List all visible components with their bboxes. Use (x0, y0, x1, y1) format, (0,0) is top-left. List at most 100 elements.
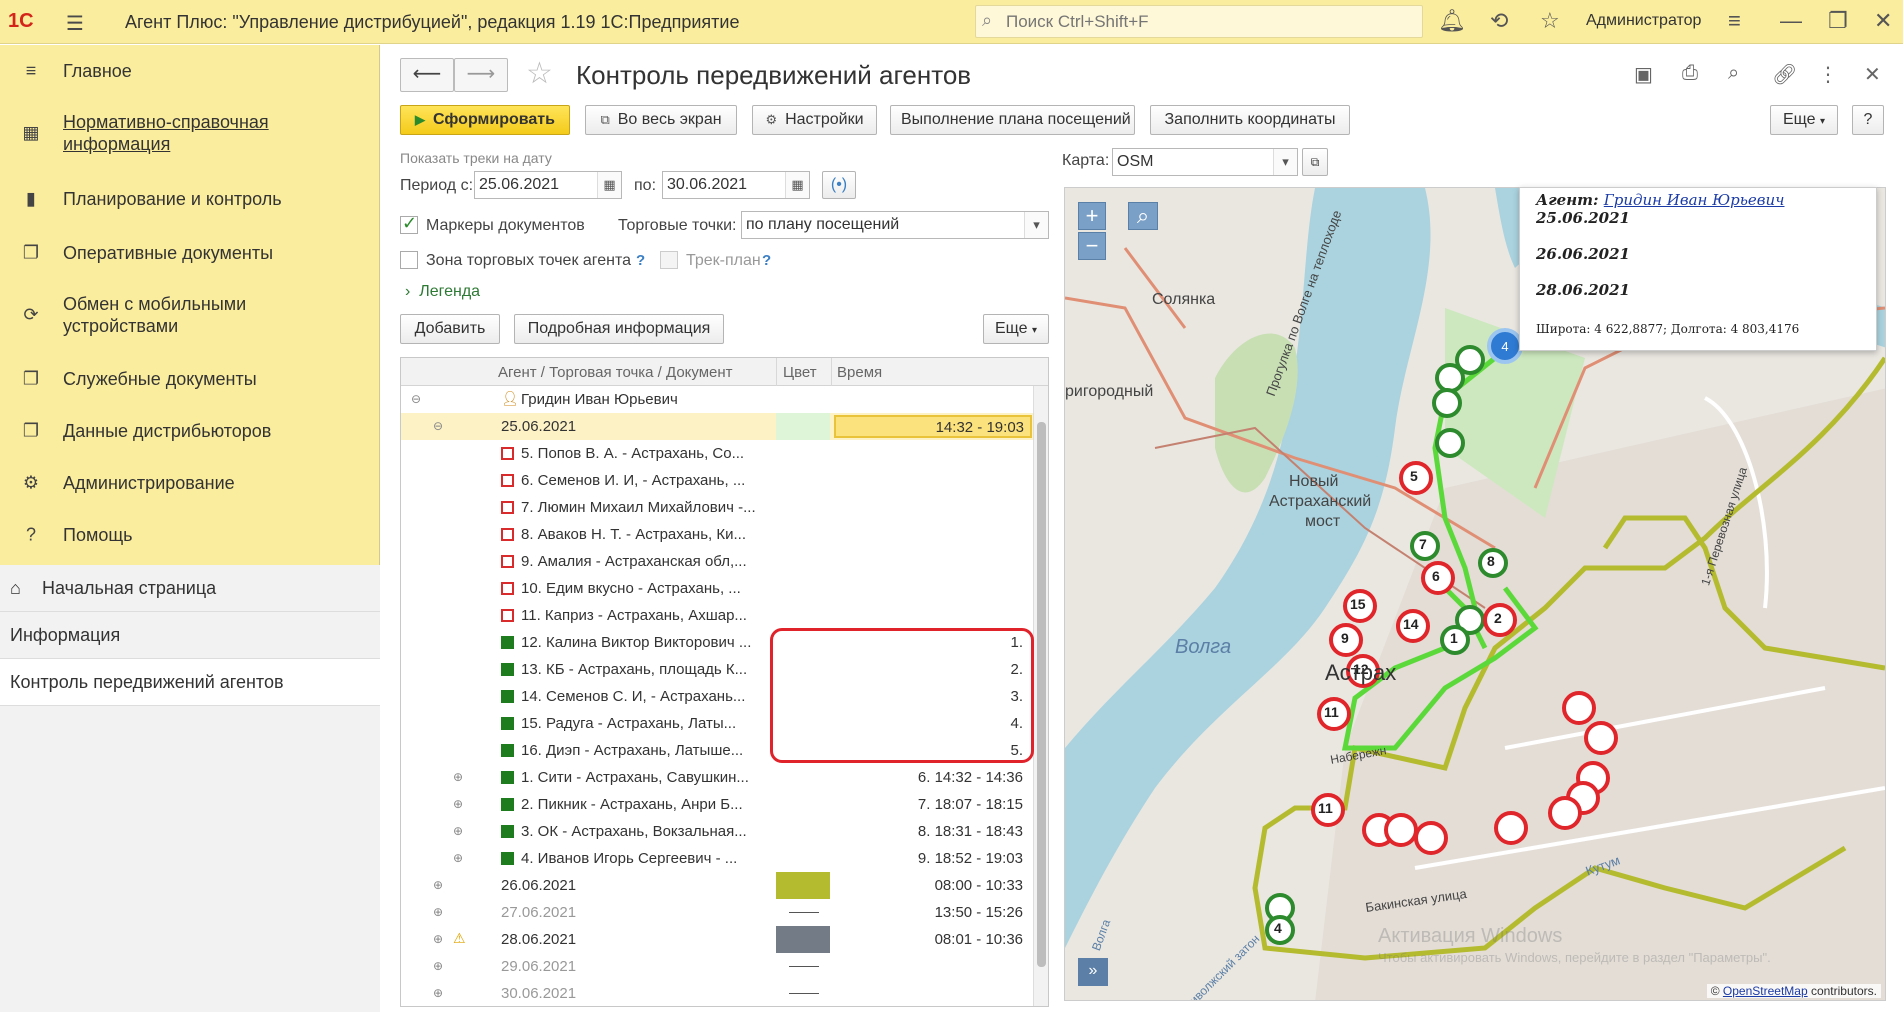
trade-point-row[interactable]: 6. Семенов И. И, - Астрахань, ... (401, 467, 1033, 494)
doc-markers-checkbox[interactable] (400, 213, 418, 234)
trade-points-select[interactable]: по плану посещений ▾ (741, 211, 1049, 239)
favorites-star-icon[interactable]: ☆ (1540, 8, 1560, 34)
more-button[interactable]: Еще ▾ (1770, 105, 1838, 135)
trade-point-row[interactable]: 5. Попов В. А. - Астрахань, Со... (401, 440, 1033, 467)
visit-marker-green[interactable] (1432, 388, 1462, 418)
zoom-in-button[interactable]: + (1078, 202, 1106, 230)
collapse-icon[interactable]: ⊖ (433, 419, 443, 433)
section-help[interactable]: ? Помощь (0, 513, 380, 557)
doc-marker-4-south[interactable] (1414, 821, 1448, 855)
doc-marker-5-south[interactable] (1494, 811, 1528, 845)
track-plan-help-icon[interactable]: ? (762, 252, 771, 269)
expand-icon[interactable]: ⊕ (453, 824, 463, 838)
date-row[interactable]: ⊕ 30.06.2021 (401, 980, 1033, 1006)
date-row[interactable]: ⊕ 26.06.2021 08:00 - 10:33 (401, 872, 1033, 899)
trade-point-row[interactable]: ⊕ 4. Иванов Игорь Сергеевич - ... 9. 18:52… (401, 845, 1033, 872)
preview-icon[interactable]: ⌕ (1728, 62, 1739, 85)
open-window-home[interactable]: ⌂ Начальная страница (0, 565, 380, 612)
search-input[interactable] (1006, 11, 1406, 33)
trade-point-row[interactable]: 9. Амалия - Астраханская обл,... (401, 548, 1033, 575)
track-color-swatch[interactable] (776, 872, 830, 899)
open-window-info[interactable]: Информация (0, 612, 380, 659)
table-more-button[interactable]: Еще ▾ (983, 314, 1049, 344)
collapse-icon[interactable]: ⊖ (411, 392, 421, 406)
link-icon[interactable]: 🔗︎ (1772, 62, 1797, 87)
date-row[interactable]: ⊖ 25.06.2021 14:32 - 19:03 (401, 413, 1033, 440)
add-button[interactable]: Добавить (400, 314, 500, 344)
trade-point-row[interactable]: ⊕ 3. ОК - Астрахань, Вокзальная... 8. 18:3… (401, 818, 1033, 845)
map-provider-select[interactable]: OSM ▾ (1112, 148, 1298, 176)
settings-button[interactable]: ⚙ Настройки (752, 105, 877, 135)
legend-toggle[interactable]: › Легенда (405, 283, 480, 301)
expand-icon[interactable]: ⊕ (453, 770, 463, 784)
expand-icon[interactable]: ⊕ (433, 986, 443, 1000)
section-planning[interactable]: ▮ Планирование и контроль (0, 177, 380, 221)
open-map-button[interactable]: ⧉ (1302, 148, 1328, 176)
period-select-button[interactable]: (•) (822, 171, 856, 199)
doc-marker-5-east[interactable] (1562, 691, 1596, 725)
help-button[interactable]: ? (1852, 105, 1884, 135)
agent-zone-checkbox[interactable] (400, 251, 418, 269)
scrollbar-thumb[interactable] (1037, 422, 1046, 967)
current-user[interactable]: Администратор (1586, 12, 1701, 30)
popup-agent-link[interactable]: Гридин Иван Юрьевич (1604, 191, 1785, 209)
section-distributor-data[interactable]: ❐ Данные дистрибьюторов (0, 409, 380, 453)
agent-zone-help-icon[interactable]: ? (636, 252, 645, 269)
doc-marker-6-east[interactable] (1584, 721, 1618, 755)
date-row[interactable]: ⊕ 29.06.2021 (401, 953, 1033, 980)
chevron-down-icon[interactable]: ▾ (1273, 149, 1297, 175)
chevron-down-icon[interactable]: ▾ (1024, 212, 1048, 238)
section-main[interactable]: ≡ Главное (0, 49, 380, 93)
date-row[interactable]: ⊕ 27.06.2021 13:50 - 15:26 (401, 899, 1033, 926)
period-from-field[interactable]: 25.06.2021 ▦ (474, 171, 622, 199)
track-color-swatch[interactable] (776, 413, 830, 440)
agent-row[interactable]: ⊖ 👤︎ Гридин Иван Юрьевич (401, 386, 1033, 413)
expand-icon[interactable]: ⊕ (433, 905, 443, 919)
expand-panel-button[interactable]: » (1078, 958, 1108, 986)
save-icon[interactable]: ▣ (1634, 62, 1653, 87)
minimize-icon[interactable]: — (1780, 8, 1802, 34)
section-operative-docs[interactable]: ❐ Оперативные документы (0, 231, 380, 275)
calendar-icon[interactable]: ▦ (785, 172, 809, 198)
expand-icon[interactable]: ⊕ (433, 932, 443, 946)
settings-menu-icon[interactable]: ≡ (1728, 8, 1741, 34)
doc-marker-5-east-b[interactable] (1548, 796, 1582, 830)
bell-icon[interactable]: 🔔︎ (1438, 8, 1466, 34)
period-to-field[interactable]: 30.06.2021 ▦ (662, 171, 810, 199)
column-header-time[interactable]: Время (837, 364, 882, 381)
section-mobile-exchange[interactable]: ⟳ Обмен с мобильными устройствами (0, 283, 380, 347)
restore-icon[interactable]: ❐ (1828, 8, 1848, 34)
doc-marker-6-south[interactable] (1384, 813, 1418, 847)
expand-icon[interactable]: ⊕ (453, 797, 463, 811)
table-scrollbar[interactable] (1033, 386, 1048, 1006)
plan-execution-button[interactable]: Выполнение плана посещений (890, 105, 1135, 135)
favorite-star-icon[interactable]: ☆ (526, 56, 553, 91)
map-search-button[interactable]: ⌕ (1128, 202, 1158, 230)
column-header-agent[interactable]: Агент / Торговая точка / Документ (498, 364, 733, 381)
close-form-icon[interactable]: ✕ (1864, 62, 1881, 87)
zoom-out-button[interactable]: − (1078, 232, 1106, 260)
history-icon[interactable]: ⟲ (1490, 8, 1508, 34)
forward-button[interactable]: ⟶ (454, 58, 508, 92)
trade-point-row[interactable]: 8. Аваков Н. Т. - Астрахань, Ки... (401, 521, 1033, 548)
back-button[interactable]: ⟵ (400, 58, 454, 92)
trade-point-row[interactable]: ⊕ 1. Сити - Астрахань, Савушкин... 6. 14:3… (401, 764, 1033, 791)
column-header-color[interactable]: Цвет (783, 364, 817, 381)
fullscreen-button[interactable]: ⧉ Во весь экран (585, 105, 737, 135)
expand-icon[interactable]: ⊕ (433, 959, 443, 973)
date-row[interactable]: ⊕ ⚠ 28.06.2021 08:01 - 10:36 (401, 926, 1033, 953)
open-window-agent-tracking[interactable]: Контроль передвижений агентов (0, 659, 380, 706)
main-menu-icon[interactable]: ☰ (66, 11, 84, 36)
print-icon[interactable]: ⎙ (1682, 62, 1698, 85)
details-button[interactable]: Подробная информация (514, 314, 724, 344)
track-color-swatch[interactable] (776, 926, 830, 953)
visit-marker-green[interactable] (1435, 363, 1465, 393)
section-service-docs[interactable]: ❐ Служебные документы (0, 357, 380, 401)
calendar-icon[interactable]: ▦ (597, 172, 621, 198)
section-catalogs[interactable]: ▦ Нормативно-справочная информация (0, 101, 380, 165)
trade-point-row[interactable]: 7. Люмин Михаил Михайлович -... (401, 494, 1033, 521)
global-search[interactable]: ⌕ (975, 5, 1423, 38)
expand-icon[interactable]: ⊕ (453, 851, 463, 865)
trade-point-row[interactable]: ⊕ 2. Пикник - Астрахань, Анри Б... 7. 18:0… (401, 791, 1033, 818)
visit-marker-green[interactable] (1435, 428, 1465, 458)
